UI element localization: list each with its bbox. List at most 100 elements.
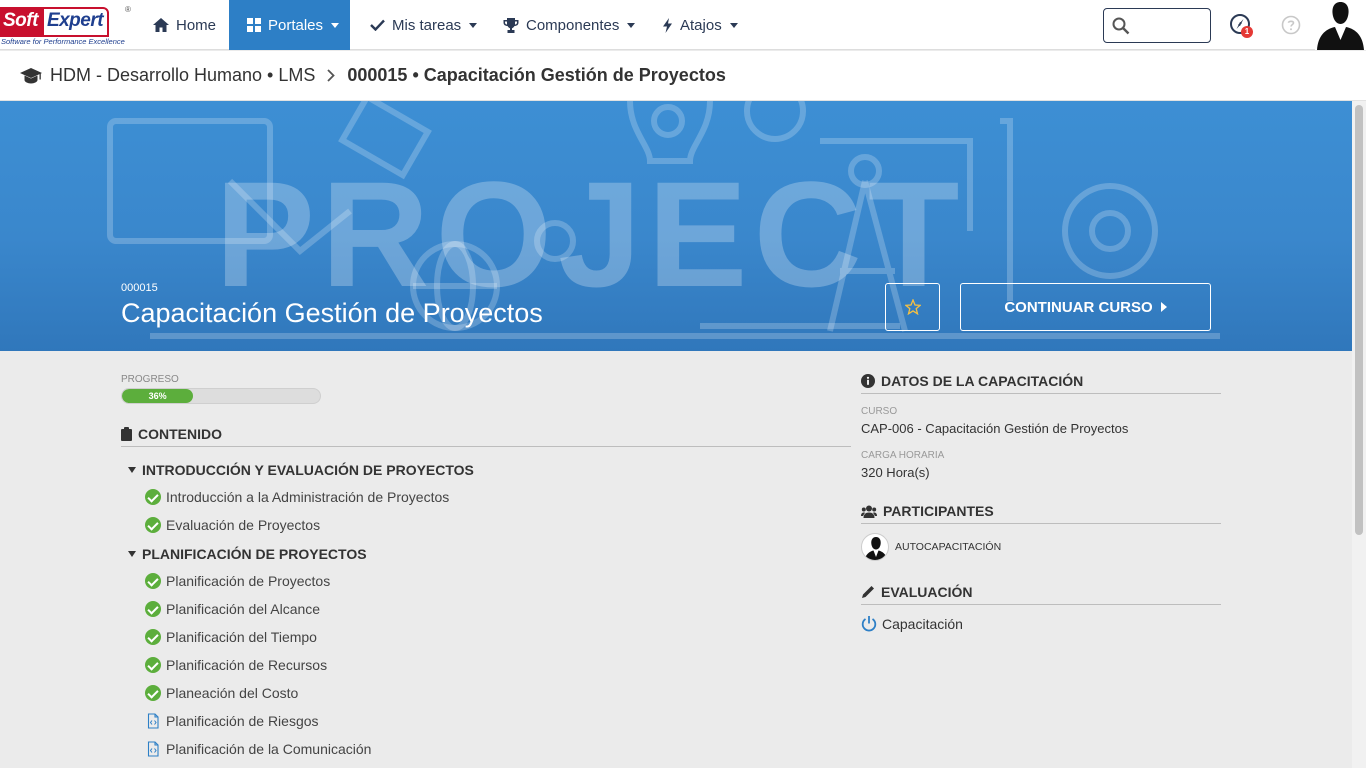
check-circle-icon (145, 629, 161, 645)
caret-down-icon (128, 467, 136, 473)
lesson-title: Evaluación de Proyectos (166, 517, 321, 533)
participant-avatar (861, 533, 889, 561)
logo-brand: Soft Expert (0, 7, 110, 37)
user-silhouette-icon (864, 537, 888, 560)
search-input[interactable] (1134, 15, 1206, 37)
lesson-title: Planificación del Tiempo (166, 629, 317, 645)
evaluation-item[interactable]: Capacitación (861, 615, 963, 632)
check-circle-icon (145, 601, 161, 617)
chevron-down-icon (331, 22, 340, 28)
check-circle-icon (145, 685, 161, 701)
search-icon (1112, 17, 1130, 35)
course-hero-banner: PROJECT 000015 Capacitación Gestión de P… (0, 101, 1352, 351)
lesson-item[interactable]: Introducción a la Administración de Proy… (145, 489, 449, 505)
participants-section-header: PARTICIPANTES (861, 503, 1221, 524)
power-icon (861, 616, 877, 632)
breadcrumb-current: 000015 • Capacitación Gestión de Proyect… (347, 65, 726, 85)
star-icon (904, 299, 921, 315)
module-title: PLANIFICACIÓN DE PROYECTOS (142, 546, 367, 562)
details-heading: DATOS DE LA CAPACITACIÓN (881, 373, 1084, 389)
continue-course-button[interactable]: CONTINUAR CURSO (960, 283, 1211, 331)
module-title: INTRODUCCIÓN Y EVALUACIÓN DE PROYECTOS (142, 462, 474, 478)
info-icon (861, 374, 875, 388)
nav-portales-label: Portales (268, 16, 324, 34)
nav-componentes-label: Componentes (526, 16, 620, 34)
nav-home-label: Home (176, 16, 217, 34)
module-planificacion[interactable]: PLANIFICACIÓN DE PROYECTOS (128, 546, 367, 562)
nav-home[interactable]: Home (133, 0, 236, 50)
caret-down-icon (128, 551, 136, 557)
chevron-right-icon (327, 69, 336, 82)
help-button[interactable] (1281, 15, 1301, 40)
course-title: Capacitación Gestión de Proyectos (121, 298, 543, 328)
document-icon (147, 741, 159, 757)
nav-atajos[interactable]: Atajos (642, 0, 758, 50)
check-circle-icon (145, 657, 161, 673)
logo-tagline: Software for Performance Excellence (1, 37, 125, 46)
chevron-down-icon (469, 22, 478, 28)
progress-bar: 36% (121, 388, 321, 404)
search-box[interactable] (1103, 8, 1211, 43)
details-section-header: DATOS DE LA CAPACITACIÓN (861, 373, 1221, 394)
banner-bg-word: PROJECT (215, 150, 965, 318)
scrollbar-thumb[interactable] (1355, 105, 1363, 535)
curso-label: CURSO (861, 406, 898, 417)
logo-soft: Soft (0, 7, 42, 37)
nav-portales[interactable]: Portales (229, 0, 350, 50)
pencil-icon (862, 586, 874, 598)
progress-fill: 36% (122, 389, 194, 403)
nav-atajos-label: Atajos (680, 16, 722, 34)
favorite-button[interactable] (885, 283, 940, 331)
curso-value: CAP-006 - Capacitación Gestión de Proyec… (861, 421, 1129, 436)
check-icon (370, 19, 385, 31)
user-silhouette-icon (1315, 0, 1366, 50)
lesson-item[interactable]: Planificación del Alcance (145, 601, 320, 617)
notifications-button[interactable]: 1 (1229, 13, 1253, 39)
lesson-item[interactable]: Planificación del Tiempo (145, 629, 317, 645)
participants-heading: PARTICIPANTES (883, 503, 994, 519)
lesson-title: Planificación de Riesgos (166, 713, 319, 729)
progress-label: PROGRESO (121, 374, 179, 385)
content-section-header: CONTENIDO (121, 426, 851, 447)
chevron-down-icon (627, 22, 636, 28)
breadcrumb: HDM - Desarrollo Humano • LMS 000015 • C… (0, 51, 1366, 101)
lesson-title: Planificación de Recursos (166, 657, 328, 673)
nav-componentes[interactable]: Componentes (483, 0, 655, 50)
carga-horaria-label: CARGA HORARIA (861, 450, 945, 461)
user-avatar[interactable] (1315, 0, 1366, 50)
evaluation-heading: EVALUACIÓN (881, 584, 973, 600)
content-heading: CONTENIDO (138, 426, 222, 442)
home-icon (153, 18, 169, 32)
notification-badge: 1 (1241, 26, 1253, 38)
course-code: 000015 (121, 282, 158, 294)
nav-mis-tareas[interactable]: Mis tareas (350, 0, 497, 50)
evaluation-section-header: EVALUACIÓN (861, 584, 1221, 605)
continue-course-label: CONTINUAR CURSO (1004, 298, 1153, 316)
lesson-item[interactable]: Planificación de Proyectos (145, 573, 330, 589)
lesson-title: Planificación de la Comunicación (166, 741, 372, 757)
grid-icon (247, 18, 261, 32)
users-icon (861, 505, 877, 518)
bolt-icon (663, 17, 672, 33)
lesson-title: Introducción a la Administración de Proy… (166, 489, 450, 505)
lesson-item[interactable]: Evaluación de Proyectos (145, 517, 320, 533)
check-circle-icon (145, 573, 161, 589)
lesson-item[interactable]: Planeación del Costo (145, 685, 298, 701)
softexpert-logo[interactable]: Soft Expert ® Software for Performance E… (0, 5, 132, 47)
lesson-title: Planeación del Costo (166, 685, 299, 701)
logo-registered: ® (125, 5, 131, 14)
graduation-cap-icon (20, 67, 42, 83)
lesson-item[interactable]: Planificación de Recursos (145, 657, 327, 673)
lesson-item[interactable]: Planificación de la Comunicación (145, 741, 371, 757)
chevron-down-icon (729, 22, 738, 28)
module-introduccion[interactable]: INTRODUCCIÓN Y EVALUACIÓN DE PROYECTOS (128, 462, 474, 478)
breadcrumb-parent[interactable]: HDM - Desarrollo Humano • LMS (50, 65, 315, 86)
check-circle-icon (145, 489, 161, 505)
participant-name: AUTOCAPACITACIÓN (895, 541, 1002, 553)
lesson-item[interactable]: Planificación de Riesgos (145, 713, 319, 729)
participant-item[interactable]: AUTOCAPACITACIÓN (861, 533, 1001, 561)
help-icon (1281, 15, 1301, 35)
carga-horaria-value: 320 Hora(s) (861, 465, 930, 480)
clipboard-icon (121, 427, 132, 441)
page-scrollbar[interactable] (1352, 101, 1366, 768)
